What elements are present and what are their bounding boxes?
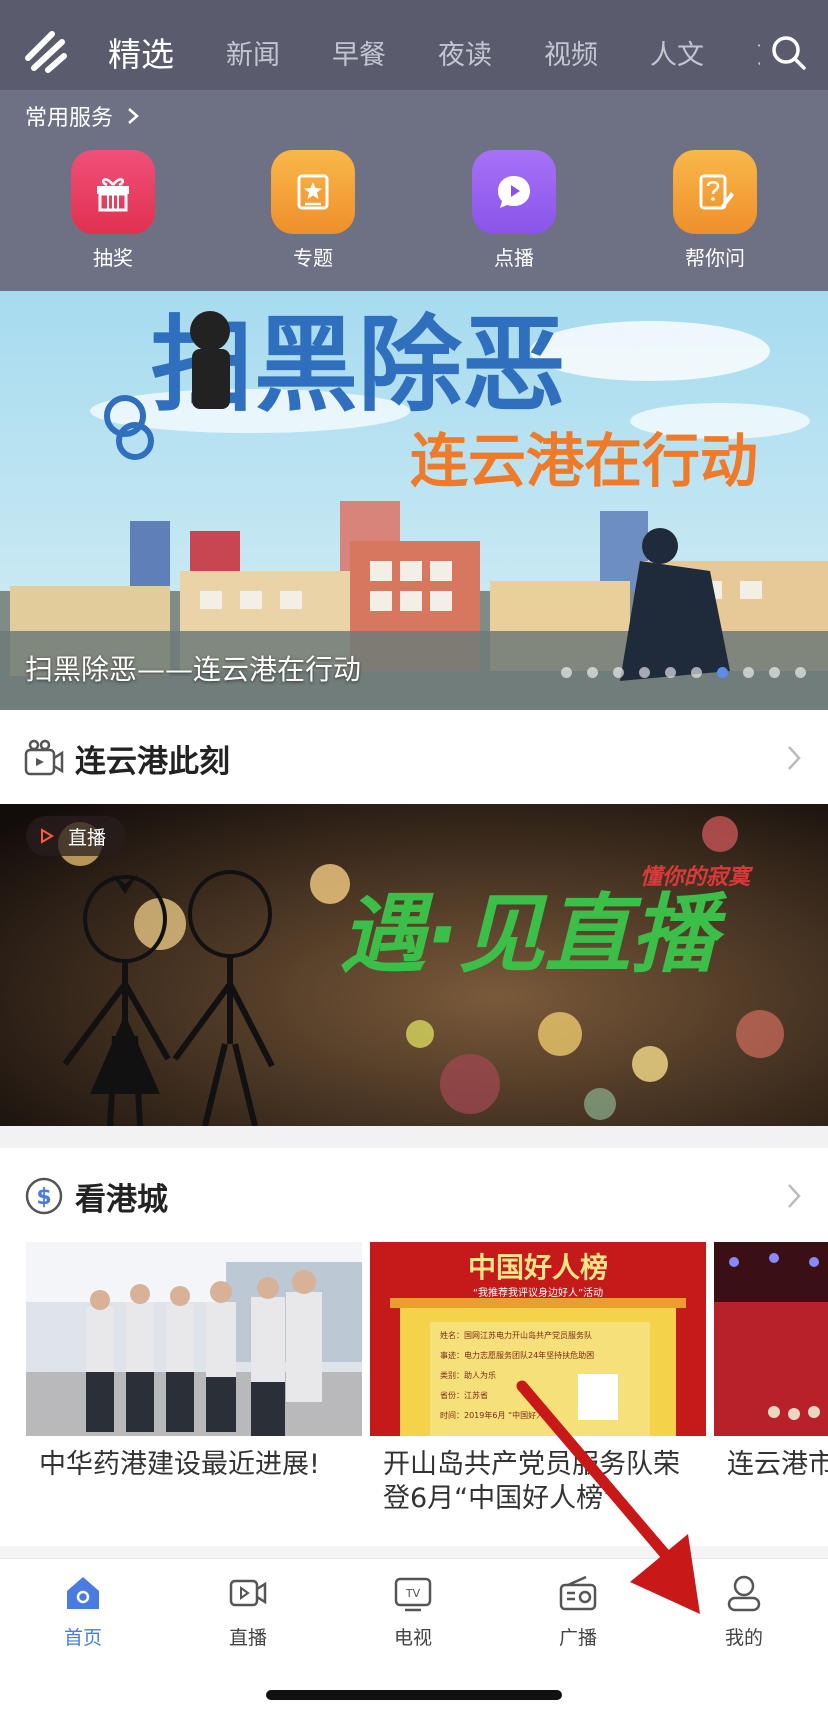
- user-icon: [727, 1575, 761, 1612]
- carousel-dot[interactable]: [743, 667, 754, 678]
- live-badge: 直播: [26, 816, 127, 856]
- poster-heading: 中国好人榜: [467, 1251, 608, 1284]
- app-screen: 精选 新闻 早餐 夜读 视频 人文 东 常用服务 抽奖: [0, 0, 828, 1715]
- section-title: 连云港此刻: [75, 744, 230, 780]
- top-header: 精选 新闻 早餐 夜读 视频 人文 东: [0, 0, 828, 90]
- nav-item-me[interactable]: 我的: [689, 1573, 799, 1650]
- carousel-dot[interactable]: [665, 667, 676, 678]
- news-card-image: 中国好人榜 “我推荐我评议身边好人”活动 姓名：国网江苏电力开山岛共产党员服务队…: [370, 1242, 706, 1436]
- poster-row: 姓名：国网江苏电力开山岛共产党员服务队: [440, 1331, 592, 1340]
- radio-icon: [559, 1575, 597, 1611]
- tab-night-reading[interactable]: 夜读: [438, 33, 492, 72]
- dollar-circle-icon: $: [25, 1177, 63, 1215]
- banner-subtitle-art: 连云港在行动: [410, 427, 758, 495]
- nav-label: 广播: [558, 1627, 597, 1649]
- nav-label: 直播: [228, 1627, 267, 1649]
- section-header-now[interactable]: 连云港此刻: [0, 710, 828, 805]
- question-note-icon: [673, 150, 757, 234]
- app-logo-icon[interactable]: [22, 28, 70, 76]
- services-title: 常用服务: [25, 106, 114, 131]
- news-card-title: 中华药港建设最近进展!: [39, 1449, 320, 1480]
- home-icon: [67, 1577, 99, 1609]
- nav-item-radio[interactable]: 广播: [523, 1573, 633, 1650]
- service-topics[interactable]: 专题: [248, 150, 378, 271]
- news-card[interactable]: 中国好人榜 “我推荐我评议身边好人”活动 姓名：国网江苏电力开山岛共产党员服务队…: [370, 1242, 706, 1516]
- svg-text:TV: TV: [405, 1587, 421, 1600]
- home-indicator[interactable]: [266, 1690, 562, 1700]
- channel-tabs: 精选 新闻 早餐 夜读 视频 人文 东: [100, 0, 760, 90]
- tab-east[interactable]: 东: [756, 33, 760, 72]
- news-card[interactable]: 中华药港建设最近进展!: [26, 1242, 362, 1482]
- carousel-dot-active[interactable]: [717, 667, 728, 678]
- news-card-image: [26, 1242, 362, 1436]
- carousel-indicator[interactable]: [546, 667, 806, 678]
- tab-featured[interactable]: 精选: [108, 28, 174, 76]
- chevron-right-icon[interactable]: [786, 1182, 802, 1210]
- poster-row: 事迹：电力志愿服务团队24年坚持扶危助困: [440, 1351, 595, 1360]
- city-news-carousel: 中华药港建设最近进展! 中国好人榜 “我推荐我评议身边好人”活动 姓名：国网江苏…: [0, 1242, 828, 1532]
- hero-banner[interactable]: 扫黑除恶 连云港在行动 扫黑除恶——连云港在行动: [0, 291, 828, 710]
- carousel-dot[interactable]: [587, 667, 598, 678]
- nav-item-live[interactable]: 直播: [193, 1573, 303, 1650]
- live-video-icon: [229, 1579, 267, 1607]
- news-card-image: [714, 1242, 828, 1436]
- tab-culture[interactable]: 人文: [650, 33, 704, 72]
- nav-label: 首页: [63, 1627, 102, 1649]
- tab-breakfast[interactable]: 早餐: [332, 33, 386, 72]
- section-divider: [0, 1126, 828, 1148]
- live-broadcast-card[interactable]: 遇·见直播 懂你的寂寞 直播: [0, 804, 828, 1126]
- nav-label: 电视: [393, 1627, 432, 1649]
- nav-label: 我的: [724, 1627, 763, 1649]
- section-header-city[interactable]: $ 看港城: [0, 1148, 828, 1243]
- service-lottery[interactable]: 抽奖: [48, 150, 178, 271]
- service-label: 帮你问: [685, 246, 745, 270]
- section-title: 看港城: [75, 1182, 168, 1218]
- service-label: 专题: [293, 246, 333, 270]
- live-badge-label: 直播: [68, 826, 107, 849]
- poster-row: 省份：江苏省: [440, 1391, 488, 1400]
- nav-item-tv[interactable]: TV 电视: [358, 1573, 468, 1650]
- tab-video[interactable]: 视频: [544, 33, 598, 72]
- carousel-dot[interactable]: [795, 667, 806, 678]
- news-card[interactable]: 连云港市产党员、: [714, 1242, 828, 1482]
- news-card-title: 连云港市产党员、: [727, 1449, 828, 1480]
- star-card-icon: [271, 150, 355, 234]
- poster-details: 姓名：国网江苏电力开山岛共产党员服务队 事迹：电力志愿服务团队24年坚持扶危助困…: [440, 1326, 640, 1426]
- nav-separator: [0, 1546, 828, 1558]
- live-illustration: 遇·见直播 懂你的寂寞: [0, 804, 828, 1126]
- play-bubble-icon: [472, 150, 556, 234]
- nav-item-home[interactable]: 首页: [28, 1573, 138, 1650]
- carousel-dot[interactable]: [691, 667, 702, 678]
- service-label: 点播: [494, 246, 534, 270]
- search-icon[interactable]: [770, 34, 808, 72]
- news-card-title: 开山岛共产党员服务队荣登6月“中国好人榜”: [383, 1449, 680, 1514]
- poster-slogan: “我推荐我评议身边好人”活动: [472, 1288, 604, 1299]
- tv-icon: TV: [394, 1577, 432, 1612]
- poster-row: 类别：助人为乐: [440, 1371, 496, 1380]
- carousel-dot[interactable]: [561, 667, 572, 678]
- tab-news[interactable]: 新闻: [226, 33, 280, 72]
- live-art-title: 遇·见直播: [340, 885, 728, 985]
- carousel-dot[interactable]: [639, 667, 650, 678]
- carousel-dot[interactable]: [613, 667, 624, 678]
- common-services-panel: 常用服务 抽奖 专题 点播 帮你问: [0, 90, 828, 291]
- play-outline-icon: [41, 828, 54, 844]
- service-vod[interactable]: 点播: [449, 150, 579, 271]
- service-ask[interactable]: 帮你问: [650, 150, 780, 271]
- banner-caption: 扫黑除恶——连云港在行动: [25, 653, 362, 686]
- svg-text:$: $: [36, 1185, 51, 1210]
- gift-icon: [71, 150, 155, 234]
- carousel-dot[interactable]: [769, 667, 780, 678]
- chevron-right-icon: [128, 108, 139, 124]
- chevron-right-icon[interactable]: [786, 744, 802, 772]
- poster-row: 时间：2019年6月 “中国好人”: [440, 1411, 549, 1420]
- camera-icon: [24, 739, 64, 776]
- service-label: 抽奖: [93, 246, 133, 270]
- live-art-tag: 懂你的寂寞: [640, 864, 754, 890]
- services-title-link[interactable]: 常用服务: [25, 100, 139, 132]
